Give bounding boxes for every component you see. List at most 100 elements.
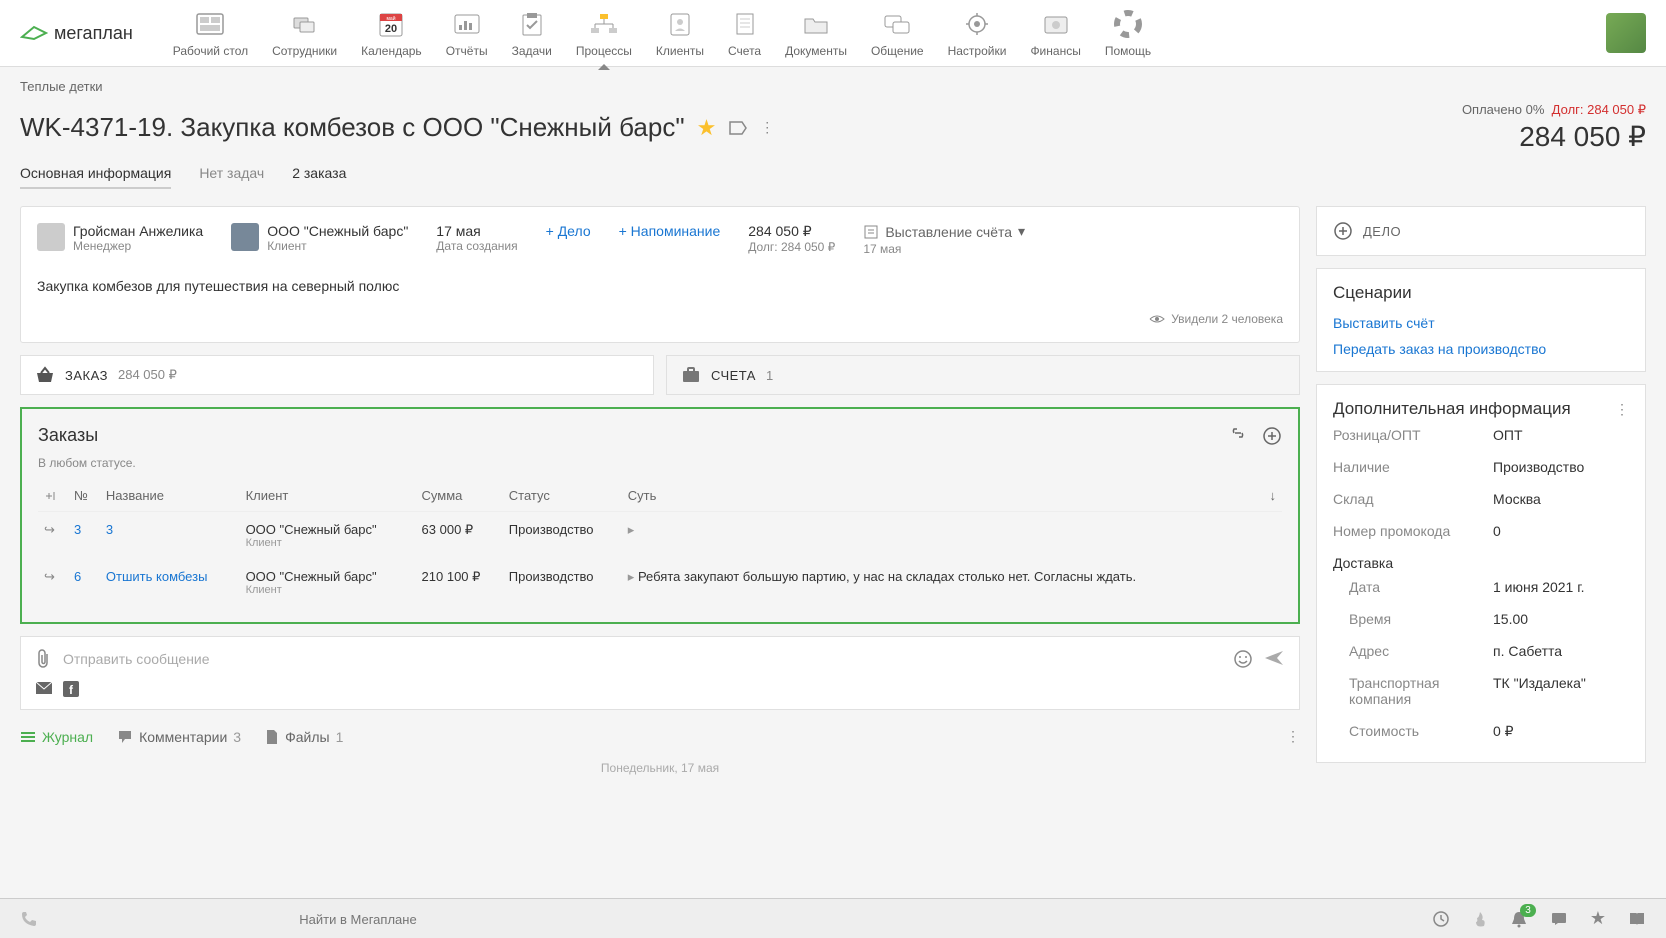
nav-documents[interactable]: Документы bbox=[785, 8, 847, 58]
briefcase-icon bbox=[681, 367, 701, 383]
star-bb-icon[interactable]: ★ bbox=[1590, 908, 1606, 929]
reports-icon bbox=[452, 12, 482, 36]
nav-calendar[interactable]: май20Календарь bbox=[361, 8, 422, 58]
client-name: ООО "Снежный барс" bbox=[267, 223, 408, 239]
nav-help[interactable]: Помощь bbox=[1105, 8, 1151, 58]
col-sum[interactable]: Сумма bbox=[416, 480, 503, 512]
tab-no-tasks[interactable]: Нет задач bbox=[199, 165, 264, 189]
chevron-down-icon: ▾ bbox=[1018, 223, 1025, 240]
client-block[interactable]: ООО "Снежный барс" Клиент bbox=[231, 223, 408, 253]
star-icon[interactable]: ★ bbox=[697, 115, 717, 141]
col-sort[interactable]: ↓ bbox=[1262, 480, 1282, 512]
col-status[interactable]: Статус bbox=[503, 480, 622, 512]
client-role: Клиент bbox=[267, 239, 408, 253]
order-sum: 210 100 ₽ bbox=[416, 559, 503, 606]
scenario-production[interactable]: Передать заказ на производство bbox=[1333, 341, 1629, 357]
debt-label: Долг: 284 050 ₽ bbox=[1552, 102, 1646, 117]
col-name[interactable]: Название bbox=[100, 480, 240, 512]
messages-icon[interactable] bbox=[1550, 911, 1568, 927]
notifications-icon[interactable]: 3 bbox=[1510, 910, 1528, 928]
feed-tab-comments[interactable]: Комментарии 3 bbox=[117, 729, 241, 745]
email-icon[interactable] bbox=[35, 681, 53, 697]
more-icon[interactable]: ⋮ bbox=[760, 119, 774, 136]
summary-amount: 284 050 ₽ bbox=[748, 223, 835, 240]
order-num[interactable]: 6 bbox=[68, 559, 100, 606]
nav-finance[interactable]: Финансы bbox=[1030, 8, 1080, 58]
order-num[interactable]: 3 bbox=[68, 512, 100, 560]
status-selector[interactable]: Выставление счёта ▾ bbox=[863, 223, 1025, 240]
book-icon[interactable] bbox=[1628, 911, 1646, 927]
nav-settings[interactable]: Настройки bbox=[948, 8, 1007, 58]
tag-icon[interactable] bbox=[728, 120, 748, 136]
add-order-icon[interactable] bbox=[1262, 426, 1282, 446]
seen-row[interactable]: Увидели 2 человека bbox=[37, 312, 1283, 326]
add-deal-button[interactable]: ДЕЛО bbox=[1316, 206, 1646, 256]
order-row[interactable]: ↪ 3 3 ООО "Снежный барс"Клиент 63 000 ₽ … bbox=[38, 512, 1282, 560]
col-expand[interactable] bbox=[38, 480, 68, 512]
scenarios-title: Сценарии bbox=[1333, 283, 1629, 303]
settings-icon bbox=[962, 11, 992, 37]
feed-more-icon[interactable]: ⋮ bbox=[1286, 728, 1300, 745]
info-more-icon[interactable]: ⋮ bbox=[1615, 401, 1629, 418]
tab-main-info[interactable]: Основная информация bbox=[20, 165, 171, 189]
nav-tasks[interactable]: Задачи bbox=[512, 8, 552, 58]
send-icon[interactable] bbox=[1263, 649, 1285, 669]
created-block: 17 мая Дата создания bbox=[436, 223, 517, 253]
desktop-icon bbox=[195, 12, 225, 36]
feed-tab-files[interactable]: Файлы 1 bbox=[265, 729, 343, 745]
help-icon bbox=[1114, 10, 1142, 38]
logo[interactable]: мегаплан bbox=[20, 23, 133, 44]
order-name[interactable]: 3 bbox=[100, 512, 240, 560]
nav-clients[interactable]: Клиенты bbox=[656, 8, 704, 58]
add-reminder-link[interactable]: + Напоминание bbox=[619, 223, 721, 239]
col-client[interactable]: Клиент bbox=[240, 480, 416, 512]
attach-icon[interactable] bbox=[35, 649, 51, 669]
tab-card-invoices[interactable]: СЧЕТА 1 bbox=[666, 355, 1300, 395]
orders-title: Заказы bbox=[38, 425, 98, 446]
facebook-icon[interactable]: f bbox=[63, 681, 79, 697]
tasks-icon bbox=[517, 10, 547, 38]
nav-chat[interactable]: Общение bbox=[871, 8, 924, 58]
breadcrumb[interactable]: Теплые детки bbox=[20, 79, 1646, 94]
phone-icon[interactable] bbox=[20, 910, 38, 928]
col-num[interactable]: № bbox=[68, 480, 100, 512]
nav-reports[interactable]: Отчёты bbox=[446, 8, 488, 58]
clock-icon[interactable] bbox=[1432, 910, 1450, 928]
deal-header: WK-4371-19. Закупка комбезов с ООО "Снеж… bbox=[20, 102, 1646, 153]
tab-orders[interactable]: 2 заказа bbox=[292, 165, 346, 189]
info-warehouse: СкладМосква bbox=[1333, 483, 1629, 515]
main-nav: Рабочий стол Сотрудники май20Календарь О… bbox=[173, 8, 1606, 58]
add-deal-link[interactable]: + Дело bbox=[546, 223, 591, 239]
global-search[interactable] bbox=[58, 911, 658, 927]
link-icon[interactable] bbox=[1228, 426, 1248, 446]
clients-icon bbox=[665, 11, 695, 37]
plus-circle-icon bbox=[1333, 221, 1353, 241]
user-avatar[interactable] bbox=[1606, 13, 1646, 53]
order-essence: ▸ Ребята закупают большую партию, у нас … bbox=[622, 559, 1262, 606]
chat-icon bbox=[882, 12, 912, 36]
calendar-icon: май20 bbox=[376, 10, 406, 38]
row-arrow-icon: ↪ bbox=[38, 559, 68, 606]
search-input[interactable] bbox=[58, 912, 658, 927]
flame-icon[interactable] bbox=[1472, 910, 1488, 928]
payment-info: Оплачено 0% Долг: 284 050 ₽ 284 050 ₽ bbox=[1462, 102, 1646, 153]
nav-processes[interactable]: Процессы bbox=[576, 8, 632, 58]
nav-employees[interactable]: Сотрудники bbox=[272, 8, 337, 58]
nav-invoices[interactable]: Счета bbox=[728, 8, 761, 58]
tab-card-order[interactable]: ЗАКАЗ 284 050 ₽ bbox=[20, 355, 654, 395]
orders-status-filter[interactable]: В любом статусе. bbox=[38, 456, 1282, 470]
feed-tab-journal[interactable]: Журнал bbox=[20, 729, 93, 745]
status-block: Выставление счёта ▾ 17 мая bbox=[863, 223, 1025, 256]
order-row[interactable]: ↪ 6 Отшить комбезы ООО "Снежный барс"Кли… bbox=[38, 559, 1282, 606]
nav-desktop[interactable]: Рабочий стол bbox=[173, 8, 248, 58]
topbar: мегаплан Рабочий стол Сотрудники май20Ка… bbox=[0, 0, 1666, 67]
emoji-icon[interactable] bbox=[1233, 649, 1253, 669]
order-status: Производство bbox=[503, 559, 622, 606]
scenario-invoice[interactable]: Выставить счёт bbox=[1333, 315, 1629, 331]
logo-text: мегаплан bbox=[54, 23, 133, 44]
order-essence: ▸ bbox=[622, 512, 1262, 560]
order-name[interactable]: Отшить комбезы bbox=[100, 559, 240, 606]
col-essence[interactable]: Суть bbox=[622, 480, 1262, 512]
manager-block[interactable]: Гройсман Анжелика Менеджер bbox=[37, 223, 203, 253]
compose-input[interactable] bbox=[63, 651, 1221, 667]
